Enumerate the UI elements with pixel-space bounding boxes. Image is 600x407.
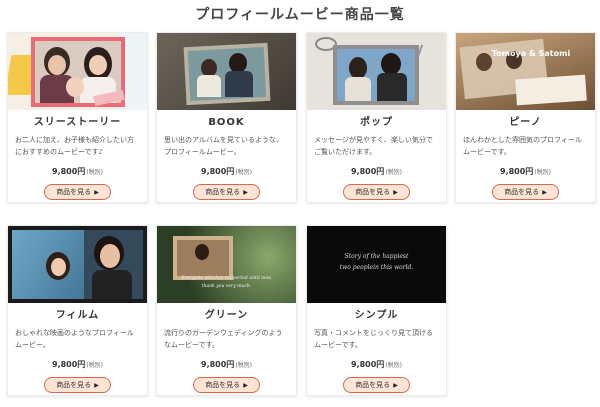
product-description: 思い出のアルバムを見ているような、プロフィールムービー。 [164,136,283,156]
button-label: 商品を見る [355,188,391,196]
tax-note: (税別) [235,362,252,369]
thumbnail-caption-line1: Everyone who has supported until now, [181,276,272,281]
button-label: 商品を見る [205,381,241,389]
price-amount: 9,800円 [500,167,534,176]
product-description: 写真・コメントをじっくり見て頂けるムービーです。 [314,329,433,349]
view-product-button[interactable]: 商品を見る ▶ [343,184,410,200]
product-description: おしゃれな映画のようなプロフィールムービー。 [15,329,134,349]
price-amount: 9,800円 [201,360,235,369]
product-price: 9,800円(税別) [8,360,147,370]
product-price: 9,800円(税別) [8,167,147,177]
play-arrow-icon: ▶ [542,189,547,196]
play-arrow-icon: ▶ [393,382,398,389]
play-arrow-icon: ▶ [94,189,99,196]
button-label: 商品を見る [56,381,92,389]
product-card-pino[interactable]: Tomoya & Satomi ピーノ ほんわかとした雰囲気のプロフィールムービ… [455,32,596,203]
page-title: プロフィールムービー商品一覧 [195,7,405,23]
product-thumbnail[interactable]: Everyone who has supported until now, th… [157,226,296,303]
product-thumbnail[interactable] [8,226,147,303]
product-description: ほんわかとした雰囲気のプロフィールムービーです。 [463,136,582,156]
product-thumbnail[interactable] [157,33,296,110]
play-arrow-icon: ▶ [393,189,398,196]
product-price: 9,800円(税別) [456,167,595,177]
product-name: スリーストーリー [33,117,122,128]
thumbnail-caption-line2: thank you very much. [201,284,252,289]
button-label: 商品を見る [355,381,391,389]
view-product-button[interactable]: 商品を見る ▶ [44,377,111,393]
product-name: グリーン [204,310,249,321]
view-product-button[interactable]: 商品を見る ▶ [343,377,410,393]
view-product-button[interactable]: 商品を見る ▶ [44,184,111,200]
tax-note: (税別) [86,362,103,369]
price-amount: 9,800円 [201,167,235,176]
product-price: 9,800円(税別) [307,167,446,177]
product-name: BOOK [208,117,245,128]
button-label: 商品を見る [56,188,92,196]
button-label: 商品を見る [504,188,540,196]
tax-note: (税別) [235,169,252,176]
play-arrow-icon: ▶ [243,382,248,389]
button-label: 商品を見る [205,188,241,196]
view-product-button[interactable]: 商品を見る ▶ [193,377,260,393]
play-arrow-icon: ▶ [243,189,248,196]
product-card-book[interactable]: BOOK 思い出のアルバムを見ているような、プロフィールムービー。 9,800円… [156,32,297,203]
price-amount: 9,800円 [52,167,86,176]
product-thumbnail[interactable]: Tomoya & Satomi [456,33,595,110]
product-thumbnail[interactable] [307,33,446,110]
tax-note: (税別) [385,362,402,369]
thumbnail-caption-line2: two peoplein this world. [339,264,414,271]
product-card-three-story[interactable]: スリーストーリー お二人に加え、お子様も紹介したい方におすすめのムービーです♪ … [7,32,148,203]
product-name: ポップ [360,117,393,128]
thumbnail-caption-line1: Story of the happiest [344,253,409,260]
play-arrow-icon: ▶ [94,382,99,389]
view-product-button[interactable]: 商品を見る ▶ [492,184,559,200]
product-description: メッセージが見やすく、楽しい気分でご覧いただけます。 [314,136,433,156]
price-amount: 9,800円 [351,167,385,176]
product-name: ピーノ [509,117,542,128]
tax-note: (税別) [86,169,103,176]
product-card-simple[interactable]: Story of the happiest two peoplein this … [306,225,447,396]
product-thumbnail[interactable]: Story of the happiest two peoplein this … [307,226,446,303]
product-price: 9,800円(税別) [307,360,446,370]
product-card-pop[interactable]: ポップ メッセージが見やすく、楽しい気分でご覧いただけます。 9,800円(税別… [306,32,447,203]
product-card-green[interactable]: Everyone who has supported until now, th… [156,225,297,396]
product-price: 9,800円(税別) [157,360,296,370]
thumbnail-overlay-text: Tomoya & Satomi [491,49,571,58]
product-thumbnail[interactable] [8,33,147,110]
product-description: お二人に加え、お子様も紹介したい方におすすめのムービーです♪ [15,136,134,156]
product-price: 9,800円(税別) [157,167,296,177]
tax-note: (税別) [534,169,551,176]
product-name: シンプル [354,310,399,321]
product-card-film[interactable]: フィルム おしゃれな映画のようなプロフィールムービー。 9,800円(税別) 商… [7,225,148,396]
product-description: 流行りのガーデンウェディングのようなムービーです。 [164,329,283,349]
view-product-button[interactable]: 商品を見る ▶ [193,184,260,200]
price-amount: 9,800円 [351,360,385,369]
tax-note: (税別) [385,169,402,176]
product-name: フィルム [55,310,100,321]
price-amount: 9,800円 [52,360,86,369]
